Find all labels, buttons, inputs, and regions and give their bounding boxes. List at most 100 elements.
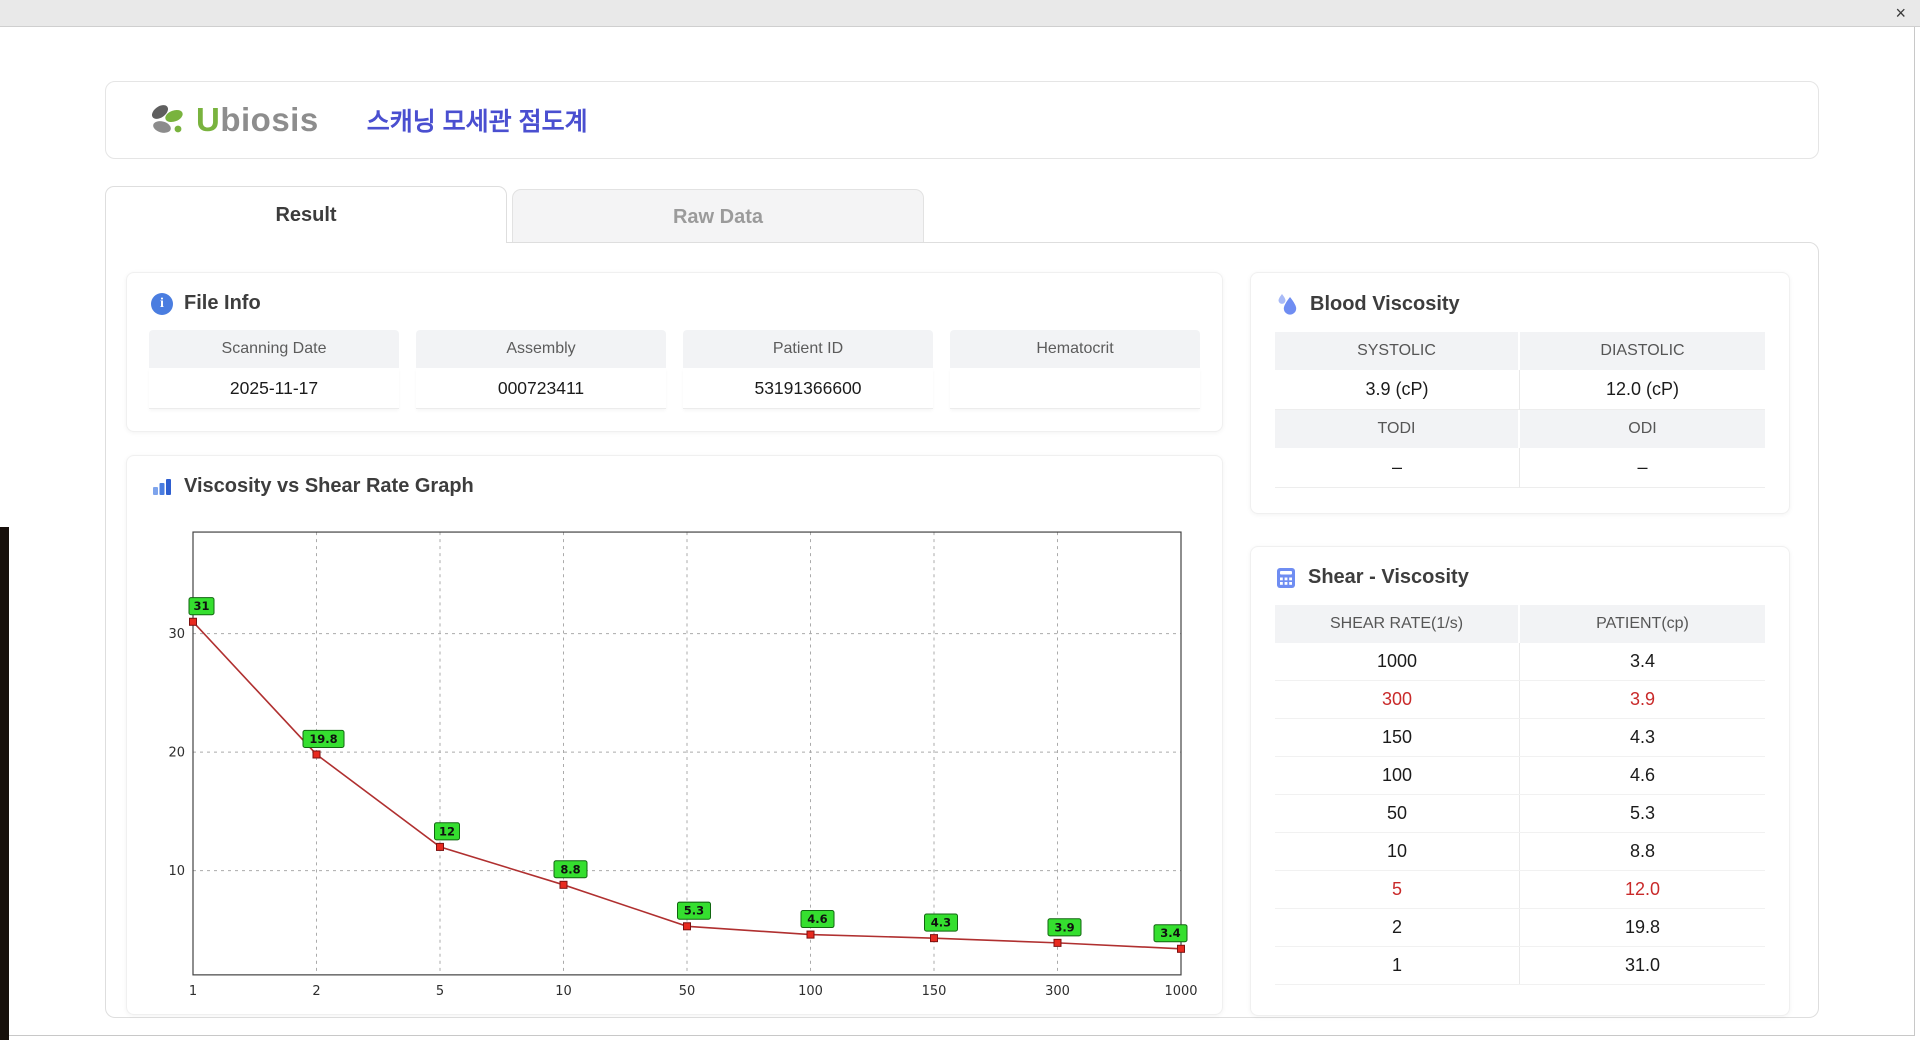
- ubiosis-logo: Ubiosis: [144, 100, 319, 140]
- file-info-field-label: Hematocrit: [950, 330, 1200, 368]
- svg-text:10: 10: [555, 984, 572, 999]
- svg-text:1: 1: [189, 984, 197, 999]
- shear-table: SHEAR RATE(1/s) PATIENT(cp) 1000 3.4 300 3.…: [1275, 605, 1765, 985]
- svg-text:300: 300: [1045, 984, 1070, 999]
- blood-viscosity-header: SYSTOLIC: [1275, 332, 1520, 370]
- patient-cell: 5.3: [1629, 803, 1656, 823]
- svg-text:4.6: 4.6: [807, 912, 827, 926]
- blood-viscosity-header: DIASTOLIC: [1520, 332, 1765, 370]
- shear-rate-cell: 10: [1275, 833, 1520, 870]
- svg-text:20: 20: [168, 746, 185, 761]
- file-info-field-value: 000723411: [416, 368, 666, 409]
- svg-text:10: 10: [168, 864, 185, 879]
- blood-viscosity-value: –: [1520, 448, 1765, 488]
- close-icon[interactable]: ×: [1895, 3, 1906, 23]
- desktop-background-edge: [0, 527, 9, 1040]
- tab-raw-data[interactable]: Raw Data: [512, 189, 924, 243]
- file-info-card: i File Info Scanning Date 2025-11-17 Assem…: [126, 272, 1223, 432]
- file-info-fields: Scanning Date 2025-11-17 Assembly 000723411…: [149, 330, 1200, 409]
- shear-table-row: 10 8.8: [1275, 833, 1765, 871]
- info-icon: i: [151, 292, 173, 315]
- svg-text:3.9: 3.9: [1054, 920, 1074, 934]
- svg-text:5.3: 5.3: [684, 904, 704, 918]
- app-header: Ubiosis 스캐닝 모세관 점도계: [105, 81, 1819, 159]
- file-info-title: File Info: [184, 292, 261, 314]
- patient-cell: 19.8: [1624, 917, 1661, 937]
- svg-text:1000: 1000: [1164, 984, 1197, 999]
- shear-rate-cell: 100: [1275, 757, 1520, 794]
- blood-viscosity-value: –: [1275, 448, 1520, 488]
- shear-table-row: 300 3.9: [1275, 681, 1765, 719]
- file-info-field-value: 2025-11-17: [149, 368, 399, 409]
- patient-cell: 3.9: [1629, 689, 1656, 709]
- file-info-title-row: i File Info: [127, 273, 1222, 315]
- viscosity-chart: 1020301 2 5 10 50 100 150 300 10003119.8128.85.3…: [168, 531, 1198, 999]
- patient-column-header: PATIENT(cp): [1596, 615, 1689, 632]
- svg-text:3.4: 3.4: [1160, 926, 1180, 940]
- blood-viscosity-title: Blood Viscosity: [1310, 292, 1460, 315]
- shear-rate-cell: 150: [1275, 719, 1520, 756]
- viscosity-graph-card: Viscosity vs Shear Rate Graph 10 20 30 1 2 5 1…: [126, 455, 1223, 1015]
- shear-viscosity-card: Shear - Viscosity SHEAR RATE(1/s) PATIEN…: [1250, 546, 1790, 1016]
- shear-table-row: 1000 3.4: [1275, 643, 1765, 681]
- svg-text:50: 50: [679, 984, 696, 999]
- svg-text:30: 30: [168, 627, 185, 642]
- blood-viscosity-header: TODI: [1275, 410, 1520, 448]
- shear-table-row: 150 4.3: [1275, 719, 1765, 757]
- svg-text:12: 12: [439, 824, 455, 838]
- svg-text:8.8: 8.8: [560, 862, 580, 876]
- page-title: 스캐닝 모세관 점도계: [366, 108, 588, 136]
- graph-title: Viscosity vs Shear Rate Graph: [184, 475, 474, 497]
- file-info-field-label: Scanning Date: [149, 330, 399, 368]
- patient-cell: 31.0: [1624, 955, 1661, 975]
- shear-table-row: 50 5.3: [1275, 795, 1765, 833]
- shear-rate-cell: 2: [1275, 909, 1520, 946]
- svg-text:31: 31: [194, 599, 210, 613]
- patient-cell: 4.3: [1629, 727, 1656, 747]
- svg-text:100: 100: [798, 984, 823, 999]
- blood-viscosity-grid: SYSTOLIC DIASTOLIC 3.9 (cP) 12.0 (cP) TODI OD…: [1275, 332, 1765, 488]
- svg-text:150: 150: [922, 984, 947, 999]
- bar-chart-icon: [153, 478, 171, 495]
- svg-text:4.3: 4.3: [931, 916, 951, 930]
- blood-viscosity-value: 3.9 (cP): [1275, 370, 1520, 410]
- titlebar: ×: [0, 0, 1920, 27]
- shear-rate-cell: 300: [1275, 681, 1520, 718]
- patient-cell: 8.8: [1629, 841, 1656, 861]
- shear-table-row: 2 19.8: [1275, 909, 1765, 947]
- blood-viscosity-header: ODI: [1520, 410, 1765, 448]
- shear-table-row: 1 31.0: [1275, 947, 1765, 985]
- graph-title-row: Viscosity vs Shear Rate Graph: [127, 456, 1222, 498]
- file-info-field-value: [950, 368, 1200, 409]
- file-info-field: Patient ID 53191366600: [683, 330, 933, 409]
- patient-cell: 4.6: [1629, 765, 1656, 785]
- shear-rate-cell: 1: [1275, 947, 1520, 984]
- patient-cell: 12.0: [1624, 879, 1661, 899]
- shear-rate-cell: 5: [1275, 871, 1520, 908]
- droplet-icon: [1278, 294, 1297, 315]
- shear-table-header: SHEAR RATE(1/s) PATIENT(cp): [1275, 605, 1765, 643]
- shear-viscosity-title-row: Shear - Viscosity: [1251, 547, 1789, 589]
- shear-rate-cell: 50: [1275, 795, 1520, 832]
- file-info-field: Assembly 000723411: [416, 330, 666, 409]
- shear-viscosity-title: Shear - Viscosity: [1308, 566, 1469, 588]
- file-info-field: Scanning Date 2025-11-17: [149, 330, 399, 409]
- shear-rate-column-header: SHEAR RATE(1/s): [1275, 605, 1520, 643]
- shear-table-row: 100 4.6: [1275, 757, 1765, 795]
- calculator-icon: [1277, 567, 1295, 588]
- file-info-field-label: Assembly: [416, 330, 666, 368]
- file-info-field-value: 53191366600: [683, 368, 933, 409]
- patient-cell: 3.4: [1629, 651, 1656, 671]
- shear-rate-cell: 1000: [1275, 643, 1520, 680]
- shear-table-row: 5 12.0: [1275, 871, 1765, 909]
- file-info-field-label: Patient ID: [683, 330, 933, 368]
- logo-text: Ubiosis: [196, 101, 319, 138]
- file-info-field: Hematocrit: [950, 330, 1200, 409]
- ubiosis-leaf-icon: [151, 105, 183, 133]
- svg-text:2: 2: [312, 984, 320, 999]
- svg-text:5: 5: [436, 984, 444, 999]
- blood-viscosity-card: Blood Viscosity SYSTOLIC DIASTOLIC 3.9 (cP…: [1250, 272, 1790, 514]
- blood-viscosity-value: 12.0 (cP): [1520, 370, 1765, 410]
- svg-text:19.8: 19.8: [309, 732, 337, 746]
- tab-result[interactable]: Result: [105, 186, 507, 243]
